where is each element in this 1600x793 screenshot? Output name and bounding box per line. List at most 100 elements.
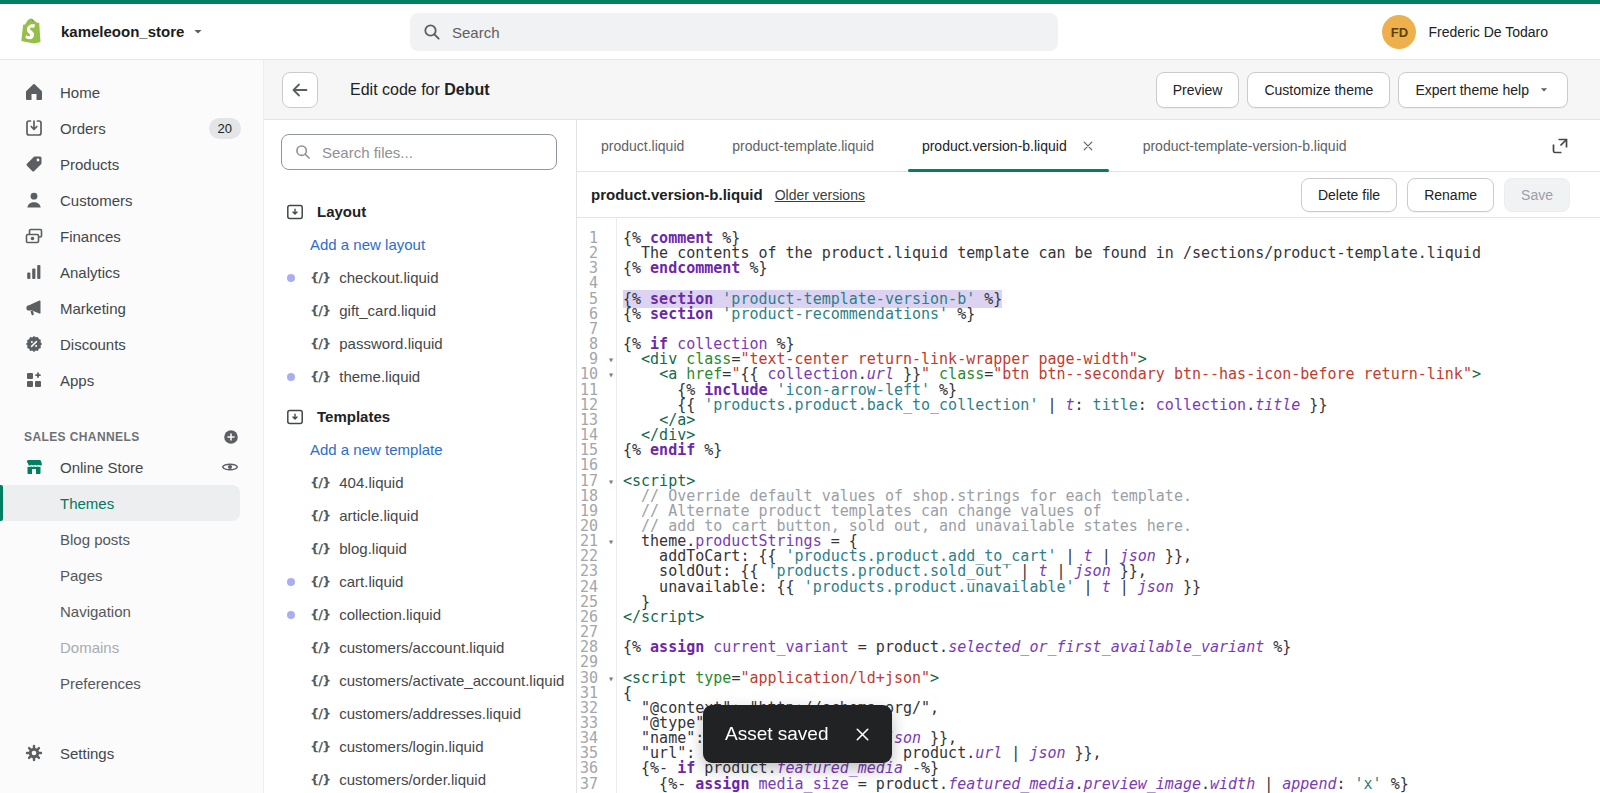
- code-text: <script type="application/ld+json">: [616, 671, 939, 686]
- header-button-preview[interactable]: Preview: [1156, 72, 1240, 108]
- code-text: {%- assign media_size = product.featured…: [616, 777, 1409, 792]
- sidebar-item-preferences[interactable]: Preferences: [0, 665, 263, 701]
- file-name: customers/login.liquid: [339, 738, 483, 755]
- sidebar-item-finances[interactable]: Finances: [0, 218, 263, 254]
- sidebar-item-label: Analytics: [60, 264, 120, 281]
- orders-count-badge: 20: [209, 118, 241, 139]
- file-item[interactable]: {/}collection.liquid: [281, 598, 576, 631]
- header-button-expert-theme-help[interactable]: Expert theme help: [1398, 72, 1568, 108]
- delete-file-button[interactable]: Delete file: [1301, 178, 1397, 212]
- toast-close-icon[interactable]: [853, 725, 872, 744]
- folder-icon: [285, 407, 305, 427]
- products-icon: [24, 154, 44, 174]
- liquid-file-icon: {/}: [310, 673, 330, 688]
- sidebar-item-blog-posts[interactable]: Blog posts: [0, 521, 263, 557]
- expand-editor-icon[interactable]: [1550, 136, 1570, 156]
- sidebar-item-discounts[interactable]: Discounts: [0, 326, 263, 362]
- page-header: Edit code for Debut PreviewCustomize the…: [264, 60, 1600, 120]
- file-name: customers/order.liquid: [339, 771, 486, 788]
- file-item[interactable]: {/}customers/account.liquid: [281, 631, 576, 664]
- file-name: theme.liquid: [339, 368, 420, 385]
- code-line: 16: [577, 458, 1600, 473]
- file-item[interactable]: {/}customers/login.liquid: [281, 730, 576, 763]
- editor-tab[interactable]: product.liquid: [577, 120, 708, 171]
- add-channel-icon[interactable]: [223, 429, 239, 445]
- add-new-layout-link[interactable]: Add a new layout: [281, 228, 576, 261]
- avatar[interactable]: FD: [1382, 15, 1416, 49]
- sidebar-item-products[interactable]: Products: [0, 146, 263, 182]
- fold-arrow-icon[interactable]: ▾: [608, 367, 614, 382]
- code-text: [616, 625, 623, 640]
- older-versions-link[interactable]: Older versions: [775, 187, 865, 203]
- fold-arrow-icon[interactable]: ▾: [608, 671, 614, 686]
- file-item[interactable]: {/} customers/addresses.liquid: [281, 697, 576, 730]
- folder-templates[interactable]: Templates: [285, 400, 576, 433]
- sidebar-item-themes[interactable]: Themes: [0, 485, 240, 521]
- liquid-file-icon: {/}: [310, 772, 330, 787]
- fold-arrow-icon[interactable]: ▾: [608, 474, 614, 489]
- sidebar-item-customers[interactable]: Customers: [0, 182, 263, 218]
- liquid-file-icon: {/}: [310, 706, 330, 721]
- editor-tab[interactable]: product-template-version-b.liquid: [1119, 120, 1371, 171]
- shopify-logo-icon[interactable]: [14, 15, 48, 49]
- file-item[interactable]: {/} customers/order.liquid: [281, 763, 576, 793]
- folder-layout[interactable]: Layout: [285, 195, 576, 228]
- sidebar-item-pages[interactable]: Pages: [0, 557, 263, 593]
- sidebar-item-orders[interactable]: Orders20: [0, 110, 263, 146]
- editor-tab[interactable]: product.version-b.liquid: [898, 120, 1119, 171]
- code-line: 14 </div>: [577, 428, 1600, 443]
- search-icon: [422, 22, 442, 42]
- line-number: 37: [577, 777, 616, 792]
- sidebar-item-domains[interactable]: Domains: [0, 629, 263, 665]
- add-new-templates-link[interactable]: Add a new template: [281, 433, 576, 466]
- file-item[interactable]: {/}article.liquid: [281, 499, 576, 532]
- liquid-file-icon: {/}: [310, 369, 330, 384]
- sidebar-item-home[interactable]: Home: [0, 74, 263, 110]
- sidebar-item-online-store[interactable]: Online Store: [0, 449, 263, 485]
- code-line: 6{% section 'product-recommendations' %}: [577, 307, 1600, 322]
- view-store-icon[interactable]: [221, 458, 239, 476]
- back-button[interactable]: [282, 72, 318, 108]
- file-name: password.liquid: [339, 335, 442, 352]
- file-item[interactable]: {/} theme.liquid: [281, 360, 576, 393]
- file-name: blog.liquid: [339, 540, 407, 557]
- toast-message: Asset saved: [725, 723, 829, 745]
- rename-button[interactable]: Rename: [1407, 178, 1494, 212]
- file-item[interactable]: {/}gift_card.liquid: [281, 294, 576, 327]
- store-name[interactable]: kameleoon_store: [61, 23, 184, 40]
- folder-icon: [285, 202, 305, 222]
- code-editor: product.liquid product-template.liquid pro…: [577, 120, 1600, 793]
- header-button-customize-theme[interactable]: Customize theme: [1247, 72, 1390, 108]
- tab-label: product-template.liquid: [732, 138, 874, 154]
- sidebar-item-settings[interactable]: Settings: [0, 735, 263, 771]
- page-title-prefix: Edit code for: [350, 81, 444, 98]
- file-item[interactable]: {/}cart.liquid: [281, 565, 576, 598]
- code-line: 30▾<script type="application/ld+json">: [577, 671, 1600, 686]
- fold-arrow-icon[interactable]: ▾: [608, 352, 614, 367]
- sidebar-item-apps[interactable]: Apps: [0, 362, 263, 398]
- user-menu[interactable]: FD Frederic De Todaro: [1382, 15, 1548, 49]
- file-name: collection.liquid: [339, 606, 441, 623]
- file-item[interactable]: {/}blog.liquid: [281, 532, 576, 565]
- global-search-input[interactable]: Search: [410, 13, 1058, 51]
- file-item[interactable]: {/}password.liquid: [281, 327, 576, 360]
- file-item[interactable]: {/}404.liquid: [281, 466, 576, 499]
- sidebar-item-label: Online Store: [60, 459, 143, 476]
- sidebar-item-navigation[interactable]: Navigation: [0, 593, 263, 629]
- code-text: [616, 458, 623, 473]
- sidebar-item-analytics[interactable]: Analytics: [0, 254, 263, 290]
- save-button[interactable]: Save: [1504, 178, 1570, 212]
- marketing-icon: [24, 298, 44, 318]
- file-name: customers/activate_account.liquid: [339, 672, 564, 689]
- home-icon: [24, 82, 44, 102]
- editor-tab[interactable]: product-template.liquid: [708, 120, 898, 171]
- search-files-input[interactable]: Search files...: [281, 134, 557, 170]
- file-item[interactable]: {/} customers/activate_account.liquid: [281, 664, 576, 697]
- finances-icon: [24, 226, 44, 246]
- sidebar-item-marketing[interactable]: Marketing: [0, 290, 263, 326]
- theme-name: Debut: [444, 81, 489, 98]
- file-name: customers/addresses.liquid: [339, 705, 521, 722]
- file-item[interactable]: {/}checkout.liquid: [281, 261, 576, 294]
- fold-arrow-icon[interactable]: ▾: [608, 534, 614, 549]
- close-tab-icon[interactable]: [1081, 139, 1095, 153]
